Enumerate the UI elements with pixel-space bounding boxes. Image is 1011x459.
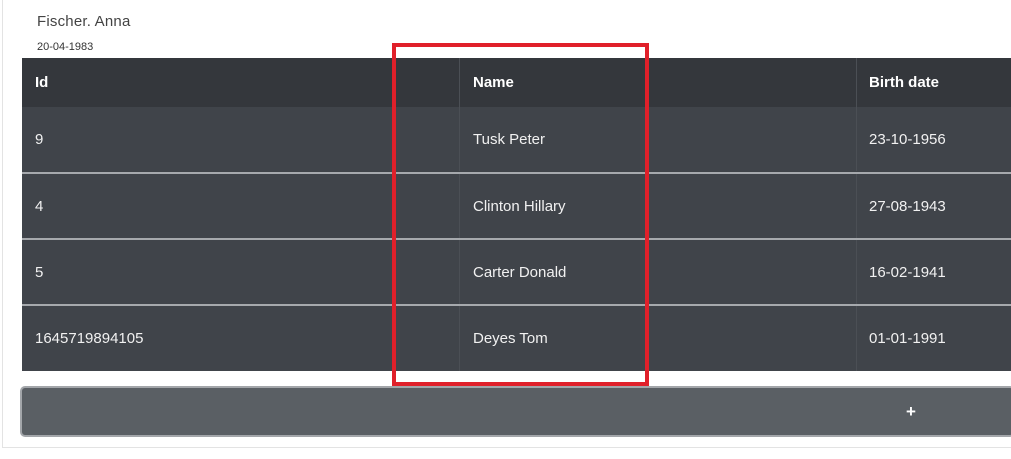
add-row-button[interactable]: + [20,386,1011,437]
table-row[interactable]: 1645719894105 Deyes Tom 01-01-1991 [22,306,1011,371]
column-header-name[interactable]: Name [459,58,856,107]
column-header-birth-date[interactable]: Birth date [856,58,1011,107]
cell-name: Clinton Hillary [459,174,856,238]
cell-id: 5 [35,263,44,281]
table-row[interactable]: 9 Tusk Peter 23-10-1956 [22,107,1011,171]
cell-name: Carter Donald [459,240,856,304]
person-birth-date: 20-04-1983 [37,41,94,53]
cell-name: Deyes Tom [459,306,856,371]
cell-name: Tusk Peter [459,107,856,171]
cell-id: 4 [35,197,44,215]
column-header-id[interactable]: Id [22,58,459,107]
person-name: Fischer. Anna [37,13,131,30]
cell-birth-date: 16-02-1941 [856,240,1011,304]
cell-birth-date: 27-08-1943 [856,174,1011,238]
cell-birth-date: 23-10-1956 [856,107,1011,171]
cell-birth-date: 01-01-1991 [856,306,1011,371]
cell-id: 9 [35,130,44,148]
people-table: Id Name Birth date 9 Tusk Peter 23-10-19… [22,58,1011,371]
table-header-row: Id Name Birth date [22,58,1011,107]
plus-icon: + [906,402,916,421]
table-row[interactable]: 4 Clinton Hillary 27-08-1943 [22,174,1011,238]
table-row[interactable]: 5 Carter Donald 16-02-1941 [22,240,1011,304]
cell-id: 1645719894105 [35,330,144,347]
